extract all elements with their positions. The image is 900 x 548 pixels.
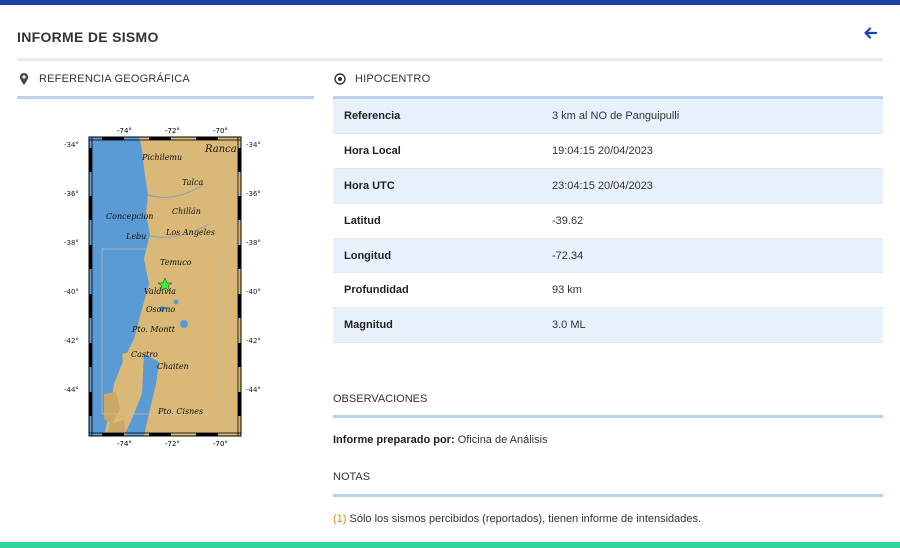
- epicenter-map: -74° -72° -70° -74° -72° -70° Pichilemu …: [64, 124, 264, 449]
- hypo-section-title: HIPOCENTRO: [333, 72, 430, 86]
- map-bottom-tick: -70°: [213, 440, 228, 448]
- obs-section-divider: [333, 415, 883, 418]
- row-label: Profundidad: [333, 272, 541, 308]
- map-left-tick: -40°: [64, 288, 79, 296]
- table-row: Latitud -39.62: [333, 203, 883, 239]
- map-place: Talca: [182, 178, 204, 187]
- map-top-tick: -70°: [213, 127, 228, 135]
- map-place: Pto. Montt: [131, 325, 176, 334]
- map-top-tick: -72°: [165, 127, 180, 135]
- page-title: INFORME DE SISMO: [17, 29, 159, 45]
- map-top-tick: -74°: [117, 127, 132, 135]
- map-left-tick: -42°: [64, 337, 79, 345]
- table-row: Magnitud 3.0 ML: [333, 307, 883, 343]
- row-value: 23:04:15 20/04/2023: [541, 168, 883, 204]
- notes-section-title: NOTAS: [333, 471, 371, 483]
- row-value: 19:04:15 20/04/2023: [541, 133, 883, 169]
- map-place: Lebu: [125, 232, 146, 241]
- map-place: Chillán: [172, 207, 201, 216]
- prepared-by-label: Informe preparado por:: [333, 434, 455, 446]
- target-icon: [333, 72, 347, 86]
- map-place: Ranca: [204, 144, 237, 155]
- back-arrow-icon[interactable]: [863, 26, 879, 42]
- map-left-tick: -38°: [64, 239, 79, 247]
- map-place: Concepcion: [106, 212, 153, 221]
- map-right-tick: -44°: [246, 386, 261, 394]
- prepared-by-value: Oficina de Análisis: [457, 434, 548, 446]
- page-header: INFORME DE SISMO: [17, 26, 883, 60]
- row-value: 93 km: [541, 272, 883, 308]
- map-place: Chaiten: [157, 362, 189, 371]
- row-label: Magnitud: [333, 307, 541, 343]
- obs-section-title: OBSERVACIONES: [333, 393, 428, 405]
- header-divider: [17, 58, 883, 61]
- map-right-tick: -36°: [246, 190, 261, 198]
- map-right-tick: -42°: [246, 337, 261, 345]
- row-label: Referencia: [333, 99, 541, 134]
- map-place: Valdivia: [144, 287, 176, 296]
- map-right-tick: -34°: [246, 141, 261, 149]
- geo-section-divider: [17, 96, 314, 99]
- bottom-accent-bar: [0, 542, 900, 548]
- map-right-tick: -40°: [246, 288, 261, 296]
- map-place: Temuco: [160, 258, 192, 267]
- map-place: Pichilemu: [141, 153, 182, 162]
- row-label: Longitud: [333, 238, 541, 273]
- map-bottom-tick: -74°: [117, 440, 132, 448]
- map-left-tick: -44°: [64, 386, 79, 394]
- hypo-section-label: HIPOCENTRO: [355, 73, 431, 85]
- geo-section-label: REFERENCIA GEOGRÁFICA: [39, 73, 190, 85]
- table-row: Hora Local 19:04:15 20/04/2023: [333, 133, 883, 169]
- row-value: 3.0 ML: [541, 307, 883, 343]
- hypocenter-table: Referencia 3 km al NO de Panguipulli Hora…: [333, 99, 883, 343]
- map-place: Los Angeles: [165, 228, 215, 237]
- map-left-tick: -36°: [64, 190, 79, 198]
- note-number: (1): [333, 513, 347, 525]
- map-place: Pto. Cisnes: [157, 407, 203, 416]
- note-item: (1) Sólo los sismos percibidos (reportad…: [333, 513, 701, 525]
- row-value: -39.62: [541, 203, 883, 239]
- row-value: -72.34: [541, 238, 883, 273]
- map-place: Castro: [131, 350, 158, 359]
- row-label: Hora UTC: [333, 168, 541, 204]
- table-row: Referencia 3 km al NO de Panguipulli: [333, 99, 883, 134]
- row-label: Latitud: [333, 203, 541, 239]
- row-label: Hora Local: [333, 133, 541, 169]
- map-bottom-tick: -72°: [165, 440, 180, 448]
- map-place: Osorno: [146, 305, 175, 314]
- geo-section-title: REFERENCIA GEOGRÁFICA: [17, 72, 190, 86]
- notes-section-divider: [333, 494, 883, 497]
- top-accent-bar: [0, 0, 900, 5]
- table-row: Hora UTC 23:04:15 20/04/2023: [333, 168, 883, 204]
- table-row: Profundidad 93 km: [333, 272, 883, 308]
- prepared-by-line: Informe preparado por: Oficina de Anális…: [333, 434, 548, 446]
- map-right-tick: -38°: [246, 239, 261, 247]
- map-pin-icon: [17, 72, 31, 86]
- table-row: Longitud -72.34: [333, 238, 883, 273]
- note-text: Sólo los sismos percibidos (reportados),…: [349, 513, 702, 525]
- map-left-tick: -34°: [64, 141, 79, 149]
- row-value: 3 km al NO de Panguipulli: [541, 99, 883, 134]
